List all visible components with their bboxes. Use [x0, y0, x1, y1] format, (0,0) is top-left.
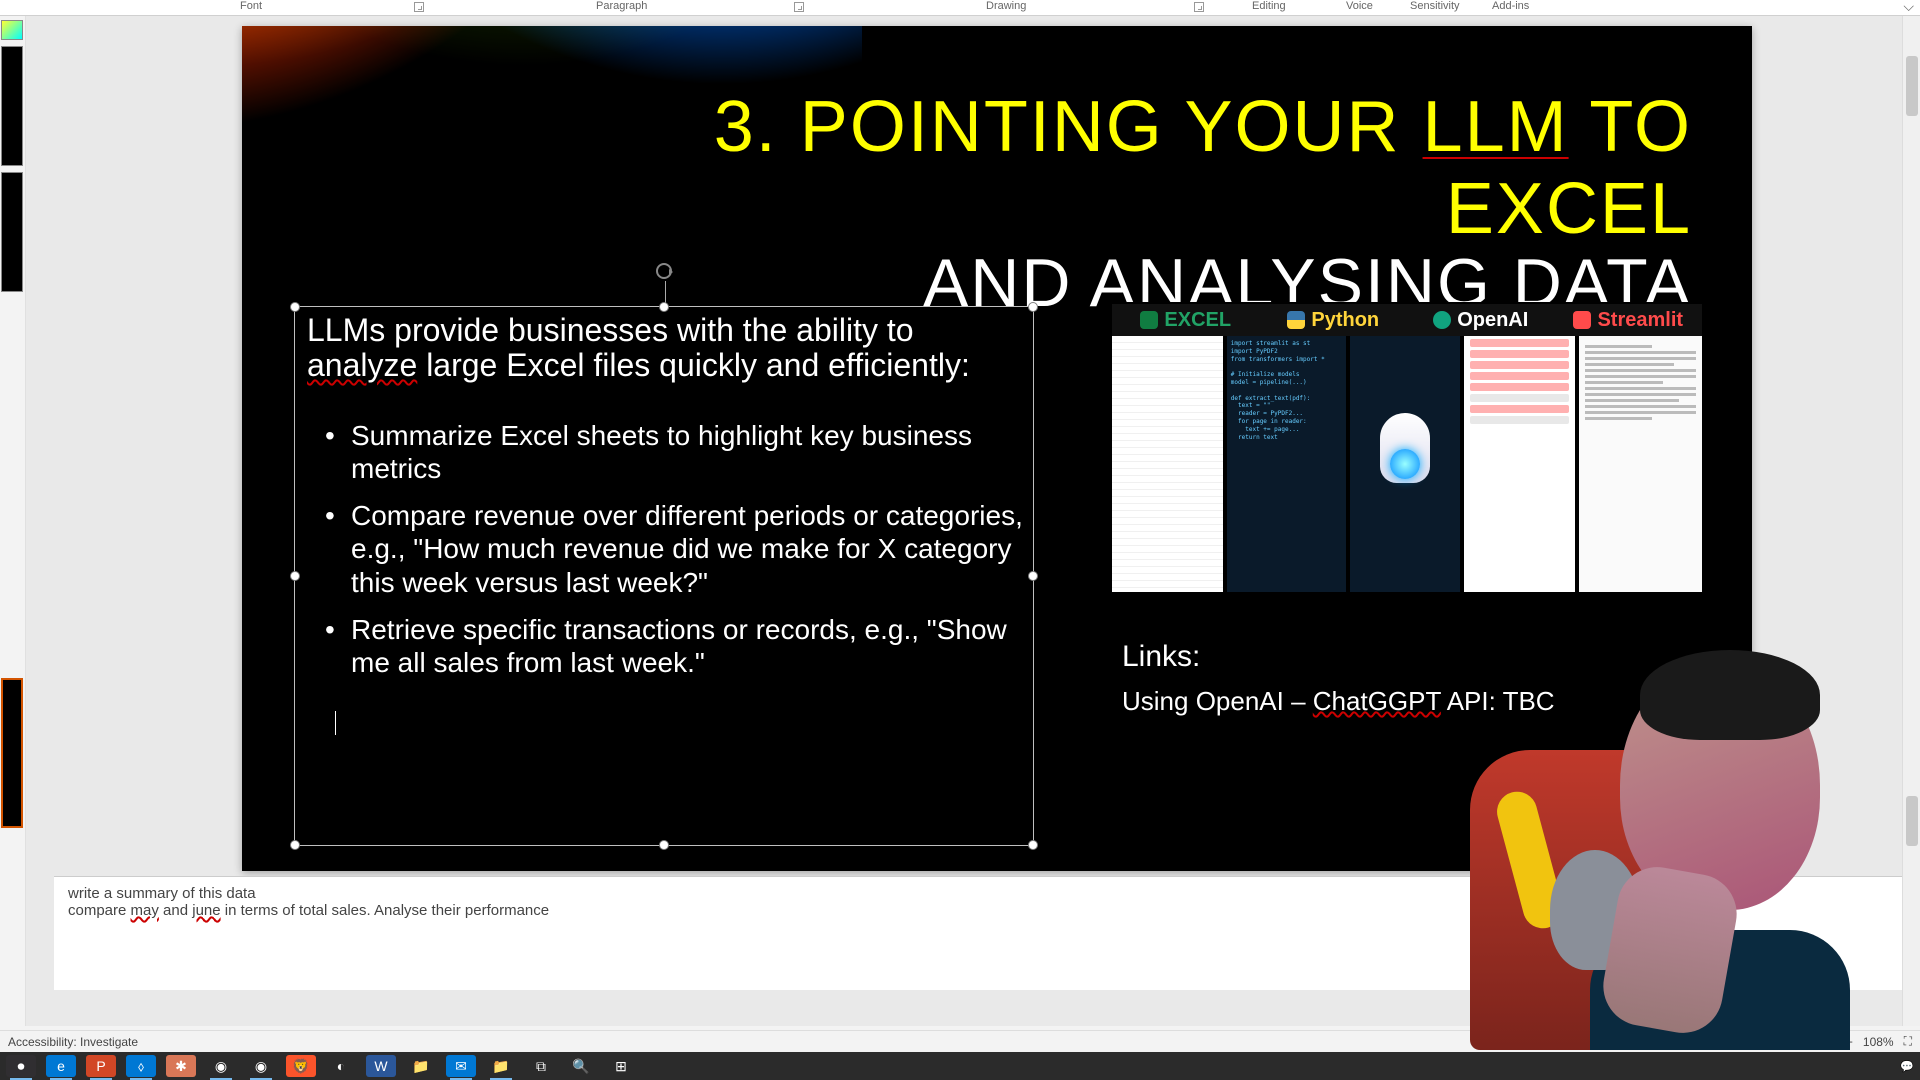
tray-notification-icon[interactable]: 💬 — [1900, 1060, 1914, 1073]
scrollbar-thumb[interactable] — [1906, 796, 1918, 846]
ribbon-group-voice: Voice — [1346, 0, 1373, 12]
taskbar-taskview-icon[interactable]: ⧉ — [526, 1055, 556, 1077]
ribbon-group-addins: Add-ins — [1492, 0, 1529, 12]
scrollbar-thumb[interactable] — [1906, 56, 1918, 116]
ribbon-group-paragraph: Paragraph — [596, 0, 647, 12]
ribbon-group-drawing: Drawing — [986, 0, 1026, 12]
tech-cards-header: EXCEL Python OpenAI Streamlit — [1112, 304, 1702, 336]
taskbar-powerpoint-icon[interactable]: P — [86, 1055, 116, 1077]
taskbar-vscode-icon[interactable]: ⬨ — [126, 1055, 156, 1077]
system-tray[interactable]: 💬 — [1900, 1060, 1914, 1073]
fit-to-window-icon[interactable]: ⛶ — [1904, 1034, 1912, 1049]
taskbar-word-icon[interactable]: W — [366, 1055, 396, 1077]
bullet-item[interactable]: Compare revenue over different periods o… — [325, 499, 1023, 598]
taskbar-obs-icon[interactable]: ⏺ — [6, 1055, 36, 1077]
ribbon-group-sensitivity: Sensitivity — [1410, 0, 1460, 12]
card-header-python: Python — [1260, 304, 1408, 336]
taskbar-start-icon[interactable]: ⊞ — [606, 1055, 636, 1077]
card-excel-preview — [1112, 336, 1223, 592]
card-header-openai: OpenAI — [1407, 304, 1555, 336]
resize-handle[interactable] — [290, 840, 300, 850]
webcam-overlay — [1460, 620, 1890, 1050]
resize-handle[interactable] — [1028, 571, 1038, 581]
slide-thumbnail[interactable] — [1, 172, 23, 292]
taskbar-edge-icon[interactable]: e — [46, 1055, 76, 1077]
ribbon: Font Paragraph Drawing Editing Voice Sen… — [0, 0, 1920, 16]
taskbar-search-icon[interactable]: 🔍 — [566, 1055, 596, 1077]
font-dialog-launcher[interactable] — [414, 2, 424, 12]
card-doc-preview — [1579, 336, 1702, 592]
resize-handle[interactable] — [290, 571, 300, 581]
card-header-excel: EXCEL — [1112, 304, 1260, 336]
slide-thumbnail-panel[interactable] — [0, 16, 26, 1026]
taskbar-mail-icon[interactable]: ✉ — [446, 1055, 476, 1077]
vertical-scrollbar[interactable] — [1902, 16, 1920, 1026]
bullet-item[interactable]: Retrieve specific transactions or record… — [325, 613, 1023, 679]
card-openai-preview — [1350, 336, 1461, 592]
ribbon-group-font: Font — [240, 0, 262, 12]
openai-icon — [1433, 311, 1451, 329]
text-cursor — [335, 711, 336, 735]
taskbar-copilot-icon[interactable]: ◐ — [326, 1055, 356, 1077]
slide-title: 3. POINTING YOUR LLM TO EXCEL AND ANALYS… — [662, 86, 1692, 322]
resize-handle[interactable] — [290, 302, 300, 312]
python-icon — [1287, 311, 1305, 329]
taskbar-chrome-icon[interactable]: ◉ — [246, 1055, 276, 1077]
content-textbox-selected[interactable]: LLMs provide businesses with the ability… — [294, 306, 1034, 846]
excel-icon — [1140, 311, 1158, 329]
rotate-handle-icon[interactable] — [656, 263, 672, 279]
slide-thumbnail-selected[interactable] — [1, 678, 23, 828]
resize-handle[interactable] — [1028, 840, 1038, 850]
accessibility-status[interactable]: Accessibility: Investigate — [8, 1035, 138, 1049]
bullet-list[interactable]: Summarize Excel sheets to highlight key … — [295, 383, 1033, 678]
taskbar-explorer-icon[interactable]: 📁 — [486, 1055, 516, 1077]
paragraph-dialog-launcher[interactable] — [794, 2, 804, 12]
ribbon-group-editing: Editing — [1252, 0, 1286, 12]
slide-thumbnail[interactable] — [1, 46, 23, 166]
taskbar: ⏺ eP ⬨ ✱ ◉ ◉ 🦁 ◐ W 📁 ✉ 📁 ⧉ 🔍 ⊞ 💬 — [0, 1052, 1920, 1080]
resize-handle[interactable] — [659, 302, 669, 312]
resize-handle[interactable] — [659, 840, 669, 850]
taskbar-claude-icon[interactable]: ✱ — [166, 1055, 196, 1077]
taskbar-folder-icon[interactable]: 📁 — [406, 1055, 436, 1077]
slide-thumbnail[interactable] — [1, 20, 23, 40]
tech-cards-row: import streamlit as stimport PyPDF2from … — [1112, 302, 1702, 592]
taskbar-brave-icon[interactable]: 🦁 — [286, 1055, 316, 1077]
taskbar-chrome2-icon[interactable]: ◉ — [206, 1055, 236, 1077]
bullet-item[interactable]: Summarize Excel sheets to highlight key … — [325, 419, 1023, 485]
card-streamlit-preview — [1464, 336, 1575, 592]
card-python-preview: import streamlit as stimport PyPDF2from … — [1227, 336, 1346, 592]
drawing-dialog-launcher[interactable] — [1194, 2, 1204, 12]
title-line-1: 3. POINTING YOUR LLM TO EXCEL — [662, 86, 1692, 250]
streamlit-icon — [1573, 311, 1591, 329]
card-header-streamlit: Streamlit — [1555, 304, 1703, 336]
collapse-ribbon-icon[interactable]: ⌵ — [1903, 0, 1914, 15]
lead-paragraph[interactable]: LLMs provide businesses with the ability… — [295, 307, 1033, 383]
resize-handle[interactable] — [1028, 302, 1038, 312]
